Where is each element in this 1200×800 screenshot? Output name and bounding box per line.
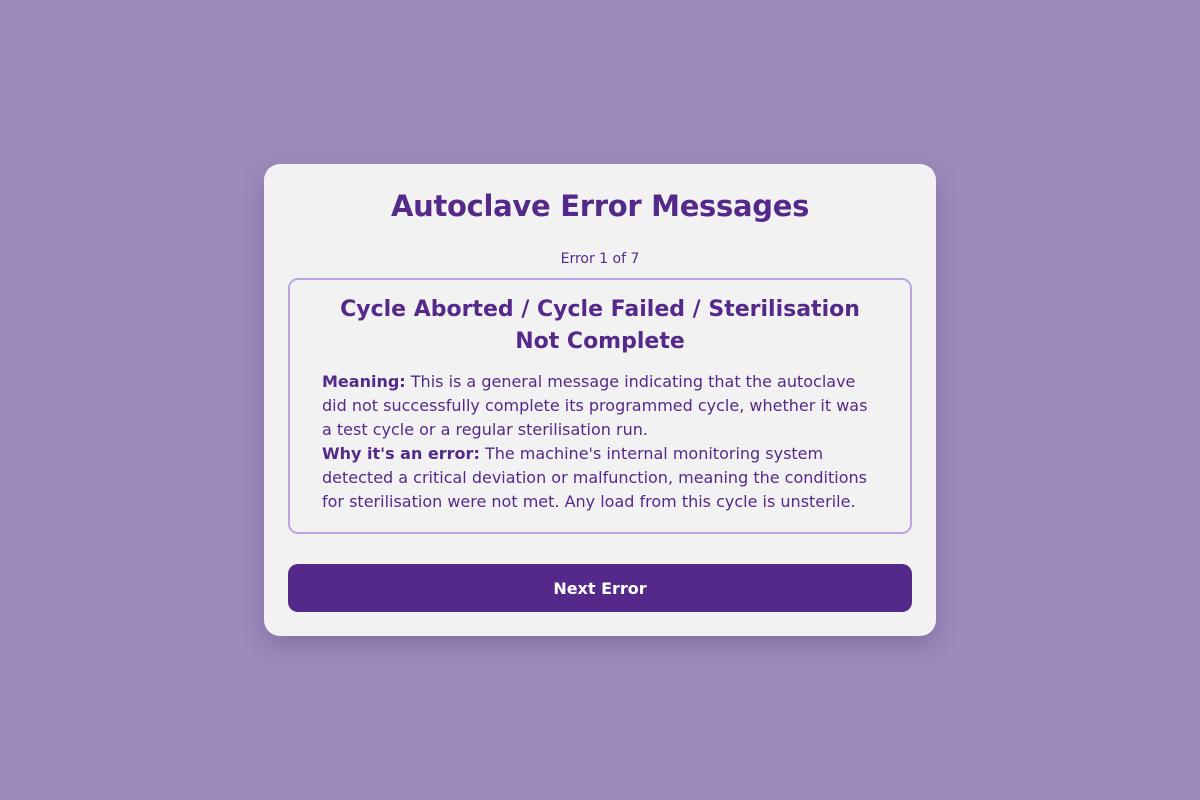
meaning-label: Meaning: (322, 372, 406, 391)
error-description: Meaning: This is a general message indic… (322, 370, 878, 514)
error-card: Autoclave Error Messages Error 1 of 7 Cy… (264, 164, 936, 636)
next-error-button[interactable]: Next Error (288, 564, 912, 612)
page-title: Autoclave Error Messages (390, 189, 810, 223)
why-label: Why it's an error: (322, 444, 480, 463)
error-title: Cycle Aborted / Cycle Failed / Sterilisa… (340, 297, 860, 354)
meaning-paragraph: Meaning: This is a general message indic… (322, 370, 878, 442)
error-detail-box: Cycle Aborted / Cycle Failed / Sterilisa… (288, 278, 912, 534)
why-paragraph: Why it's an error: The machine's interna… (322, 442, 878, 514)
error-counter: Error 1 of 7 (560, 251, 640, 267)
